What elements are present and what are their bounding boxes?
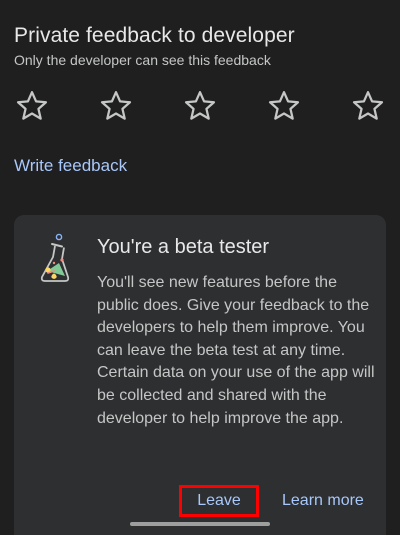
star-2-icon[interactable] [98,88,134,124]
card-body: You'll see new features before the publi… [97,274,375,427]
write-feedback-link[interactable]: Write feedback [14,156,127,176]
beta-flask-icon [38,233,74,285]
feedback-title: Private feedback to developer [14,24,295,47]
leave-button[interactable]: Leave [179,485,259,517]
star-rating [14,88,386,124]
home-indicator[interactable] [130,522,270,526]
beta-tester-card: You're a beta tester You'll see new feat… [14,215,386,535]
card-title: You're a beta tester [97,236,270,258]
learn-more-button[interactable]: Learn more [282,485,364,517]
star-1-icon[interactable] [14,88,50,124]
star-5-icon[interactable] [350,88,386,124]
star-4-icon[interactable] [266,88,302,124]
star-3-icon[interactable] [182,88,218,124]
feedback-subtitle: Only the developer can see this feedback [14,52,271,68]
